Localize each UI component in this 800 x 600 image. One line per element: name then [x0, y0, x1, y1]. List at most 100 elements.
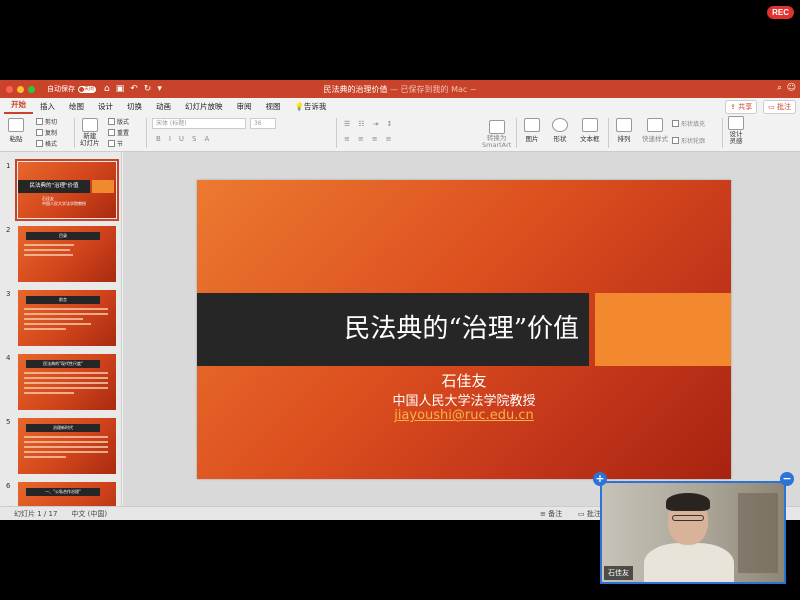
tell-me-label: 告诉我: [303, 102, 327, 111]
powerpoint-window: 自动保存 关闭 ⌂ ▣ ↶ ↻ ▾ 民法典的治理价值 — 已保存到我的 Mac …: [0, 80, 800, 520]
slide-title[interactable]: 民法典的“治理”价值: [197, 293, 589, 366]
thumbnail-slide-5[interactable]: 5 治理新时代: [4, 418, 121, 476]
slide-author[interactable]: 石佳友: [197, 370, 731, 391]
bullets-icon[interactable]: ☰: [344, 120, 350, 128]
align-left-icon[interactable]: ≡: [344, 135, 350, 143]
strikethrough-icon[interactable]: S: [192, 135, 196, 143]
collapse-video-icon[interactable]: −: [780, 472, 794, 486]
thumbnail-slide-6[interactable]: 6 一、"公私合作治理": [4, 482, 121, 506]
font-size-select[interactable]: 36: [250, 118, 276, 129]
recording-badge: REC: [767, 6, 794, 19]
reset-label: 重置: [117, 130, 130, 137]
comments-label: 批注: [777, 103, 791, 111]
comments-status-button[interactable]: ▭ 批注: [578, 509, 601, 519]
align-center-icon[interactable]: ≡: [358, 135, 364, 143]
tab-review[interactable]: 审阅: [230, 101, 259, 114]
numbering-icon[interactable]: ☷: [358, 120, 364, 128]
quick-styles-button[interactable]: 快速样式: [642, 118, 668, 143]
comments-button[interactable]: ▭ 批注: [763, 100, 796, 114]
textbox-button[interactable]: 文本框: [580, 118, 600, 143]
customize-icon[interactable]: ▾: [157, 84, 162, 94]
tab-home[interactable]: 开始: [4, 99, 33, 114]
tab-slideshow[interactable]: 幻灯片放映: [178, 101, 230, 114]
underline-icon[interactable]: U: [179, 135, 184, 143]
convert-smartart-label: 转换为 SmartArt: [482, 134, 512, 149]
thumbnail-title: 民法典的"现代性尺度": [26, 360, 100, 368]
undo-icon[interactable]: ↶: [130, 84, 138, 94]
reset-button[interactable]: 重置: [108, 128, 129, 137]
indent-icon[interactable]: ⇥: [373, 120, 379, 128]
thumbnail-slide-3[interactable]: 3 前言: [4, 290, 121, 348]
window-controls: [6, 85, 35, 93]
thumbnail-slide-2[interactable]: 2 目录: [4, 226, 121, 284]
arrange-button[interactable]: 排列: [616, 118, 632, 143]
participant-video[interactable]: 石佳友: [600, 481, 786, 584]
font-name-select[interactable]: 宋体 (标题): [152, 118, 246, 129]
autosave-toggle[interactable]: 关闭: [78, 85, 96, 93]
align-right-icon[interactable]: ≡: [372, 135, 378, 143]
save-icon[interactable]: ▣: [116, 84, 125, 94]
section-button[interactable]: 节: [108, 139, 123, 148]
section-label: 节: [117, 141, 124, 148]
search-icon[interactable]: ⌕: [777, 83, 782, 93]
copy-icon: [36, 129, 43, 136]
thumbnail-title: 治理新时代: [26, 424, 100, 432]
picture-button[interactable]: 图片: [524, 118, 540, 143]
notes-button[interactable]: ≡ 备注: [540, 509, 562, 519]
design-ideas-button[interactable]: 设计 灵感: [728, 116, 744, 145]
current-slide[interactable]: 民法典的“治理”价值 石佳友 中国人民大学法学院教授 jiayoushi@ruc…: [197, 180, 731, 479]
comments-status-label: 批注: [586, 509, 601, 518]
shape-outline-label: 形状轮廓: [681, 138, 706, 145]
shape-fill-button[interactable]: 形状填充: [672, 119, 705, 128]
thumbnail-preview: 一、"公私合作治理": [18, 482, 116, 506]
thumbnail-subtitle: 石佳友 中国人民大学法学院教授: [42, 196, 86, 206]
format-painter-button[interactable]: 格式: [36, 139, 57, 148]
tab-draw[interactable]: 绘图: [62, 101, 91, 114]
zoom-button[interactable]: [28, 85, 35, 93]
slide-email-link[interactable]: jiayoushi@ruc.edu.cn: [197, 408, 731, 423]
share-button[interactable]: ⇪ 共享: [725, 100, 758, 114]
thumbnail-preview: 治理新时代: [18, 418, 116, 474]
smartart-icon: [488, 120, 505, 134]
reset-icon: [108, 129, 115, 136]
paragraph-buttons: ☰ ☷ ⇥ ↕: [344, 120, 392, 128]
section-icon: [108, 140, 115, 147]
thumbnail-slide-1[interactable]: 1 民法典的"治理"价值 石佳友 中国人民大学法学院教授: [4, 159, 121, 221]
slide-canvas: 民法典的“治理”价值 石佳友 中国人民大学法学院教授 jiayoushi@ruc…: [123, 152, 800, 506]
redo-icon[interactable]: ↻: [144, 84, 152, 94]
line-spacing-icon[interactable]: ↕: [386, 120, 392, 128]
tab-view[interactable]: 视图: [259, 101, 288, 114]
new-slide-button[interactable]: 新建 幻灯片: [80, 118, 100, 147]
account-icon[interactable]: ☺: [787, 83, 796, 93]
language-status[interactable]: 中文 (中国): [71, 509, 107, 519]
cut-button[interactable]: 剪切: [36, 117, 57, 126]
tab-tell-me[interactable]: 💡告诉我: [288, 101, 334, 114]
design-ideas-icon: [728, 116, 744, 130]
autosave[interactable]: 自动保存 关闭: [47, 84, 96, 94]
home-icon[interactable]: ⌂: [104, 84, 110, 94]
tab-transitions[interactable]: 切换: [120, 101, 149, 114]
shape-button[interactable]: 形状: [552, 118, 568, 143]
thumbnail-title: 目录: [26, 232, 100, 240]
close-button[interactable]: [6, 85, 13, 93]
copy-button[interactable]: 复制: [36, 128, 57, 137]
thumbnail-slide-4[interactable]: 4 民法典的"现代性尺度": [4, 354, 121, 412]
tab-animations[interactable]: 动画: [149, 101, 178, 114]
tab-insert[interactable]: 插入: [33, 101, 62, 114]
minimize-button[interactable]: [17, 85, 24, 93]
font-color-icon[interactable]: A: [204, 135, 209, 143]
tab-design[interactable]: 设计: [91, 101, 120, 114]
ribbon-divider: [336, 118, 337, 148]
layout-icon: [108, 118, 115, 125]
expand-video-icon[interactable]: +: [593, 472, 607, 486]
bold-icon[interactable]: B: [156, 135, 161, 143]
video-shelf: [738, 493, 778, 573]
italic-icon[interactable]: I: [169, 135, 171, 143]
convert-smartart-button[interactable]: 转换为 SmartArt: [482, 120, 511, 149]
slide-affiliation[interactable]: 中国人民大学法学院教授: [197, 390, 731, 409]
shape-outline-button[interactable]: 形状轮廓: [672, 136, 705, 145]
thumbnail-accent: [92, 180, 114, 193]
justify-icon[interactable]: ≡: [386, 135, 392, 143]
paste-button[interactable]: 粘贴: [8, 118, 24, 143]
layout-button[interactable]: 版式: [108, 117, 129, 126]
